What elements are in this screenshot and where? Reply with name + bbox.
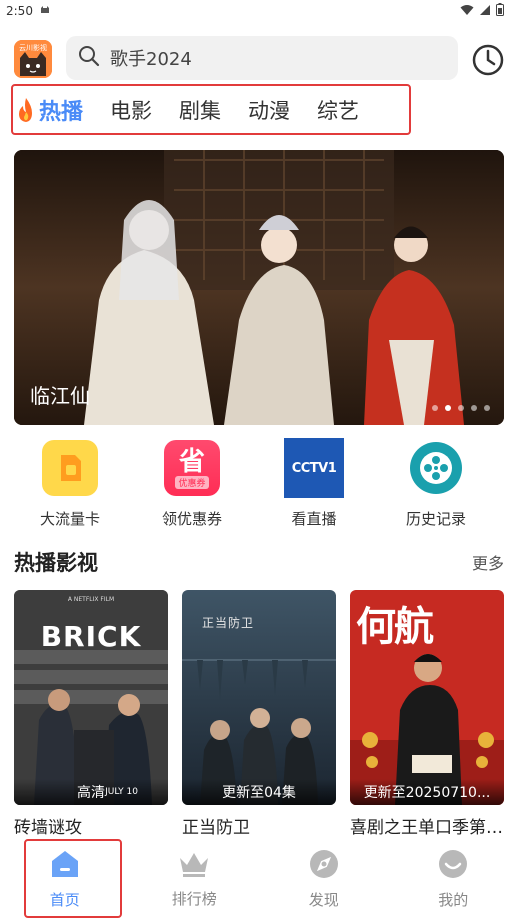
quick-item-data-card[interactable]: 大流量卡 <box>9 440 131 530</box>
hero-banner[interactable]: 临江仙 <box>14 150 504 425</box>
profile-icon <box>438 849 468 883</box>
nav-label: 我的 <box>438 891 469 909</box>
poster-top-text: A NETFLIX FILM <box>67 596 115 603</box>
episode-badge: 更新至20250710... <box>350 779 504 805</box>
quick-item-live[interactable]: CCTV1 看直播 <box>253 438 375 530</box>
cctv1-icon: CCTV1 <box>284 438 344 498</box>
app-logo-text: 云川影视 <box>19 44 47 52</box>
compass-icon <box>309 849 339 883</box>
quick-entries: 大流量卡 省 优惠券 领优惠券 CCTV1 看直播 历史记录 <box>0 438 518 530</box>
crown-icon <box>178 850 210 882</box>
poster-bottom-text: JULY 10 <box>105 787 138 797</box>
coupon-icon-text: 省 <box>178 446 205 477</box>
quick-item-coupon[interactable]: 省 优惠券 领优惠券 <box>131 440 253 530</box>
video-card-list: A NETFLIX FILM BRICK JULY 10 高清 砖墙谜攻 正当防… <box>14 590 518 838</box>
app-logo[interactable]: 云川影视 <box>14 40 52 78</box>
nav-label: 发现 <box>308 891 339 909</box>
nav-home-highlight <box>24 839 122 918</box>
video-title: 喜剧之王单口季第二季 <box>350 818 504 838</box>
banner-pagination <box>432 405 490 411</box>
tab-label: 剧集 <box>179 98 222 123</box>
quick-item-label: 领优惠券 <box>161 510 222 528</box>
video-title: 正当防卫 <box>182 818 250 838</box>
video-poster: 何航 更新至20250710... <box>350 590 504 805</box>
section-more-link[interactable]: 更多 <box>472 550 504 574</box>
battery-icon <box>496 3 504 19</box>
status-time: 2:50 <box>6 4 33 18</box>
signal-icon <box>479 4 491 19</box>
cctv1-icon-text: CCTV1 <box>291 460 337 476</box>
sim-card-icon <box>42 440 98 496</box>
quick-item-label: 大流量卡 <box>39 510 100 528</box>
section-title: 热播影视 <box>14 551 98 575</box>
banner-dot[interactable] <box>458 405 464 411</box>
tab-movie[interactable]: 电影 <box>110 95 152 125</box>
app-root: 2:50 云川影视 歌手2024 热播 电影 剧集 动漫 综艺 临江仙 大流量卡… <box>0 0 518 921</box>
video-card[interactable]: 何航 更新至20250710... 喜剧之王单口季第二季 <box>350 590 504 838</box>
coupon-icon-subtext: 优惠券 <box>175 475 209 489</box>
clock-icon <box>470 44 506 82</box>
video-poster: A NETFLIX FILM BRICK JULY 10 高清 <box>14 590 168 805</box>
category-tabs: 热播 电影 剧集 动漫 综艺 <box>11 84 411 135</box>
search-placeholder: 歌手2024 <box>110 49 192 70</box>
coupon-icon: 省 优惠券 <box>164 440 220 496</box>
tab-series[interactable]: 剧集 <box>179 95 221 125</box>
tab-label: 综艺 <box>317 98 360 123</box>
header: 云川影视 歌手2024 <box>0 34 518 82</box>
tab-anime[interactable]: 动漫 <box>248 95 290 125</box>
banner-dot[interactable] <box>471 405 477 411</box>
nav-profile[interactable]: 我的 <box>389 838 518 921</box>
video-card[interactable]: 正当防卫 更新至04集 正当防卫 <box>182 590 336 838</box>
fire-icon <box>15 96 37 124</box>
poster-title-text: 何航 <box>356 604 434 650</box>
nav-ranking[interactable]: 排行榜 <box>130 838 260 921</box>
tab-label: 热播 <box>39 99 84 125</box>
search-input[interactable]: 歌手2024 <box>66 36 458 80</box>
section-header: 热播影视 更多 <box>14 545 504 579</box>
wifi-icon <box>460 4 474 19</box>
episode-badge: 更新至04集 <box>182 779 336 805</box>
nav-label: 排行榜 <box>171 890 217 908</box>
tab-hot[interactable]: 热播 <box>15 94 83 126</box>
film-reel-icon <box>408 440 464 496</box>
quality-badge: 高清 <box>14 779 168 805</box>
video-poster: 正当防卫 更新至04集 <box>182 590 336 805</box>
tab-label: 动漫 <box>248 98 291 123</box>
tab-variety[interactable]: 综艺 <box>317 95 359 125</box>
history-button[interactable] <box>470 42 506 78</box>
search-icon <box>78 45 100 71</box>
tab-label: 电影 <box>110 98 153 123</box>
poster-title-text: 正当防卫 <box>202 616 255 630</box>
banner-dot[interactable] <box>484 405 490 411</box>
status-bar: 2:50 <box>0 0 518 22</box>
poster-title-text: BRICK <box>40 620 142 653</box>
banner-dot-active[interactable] <box>445 405 451 411</box>
android-notification-icon <box>39 4 51 19</box>
quick-item-label: 历史记录 <box>405 510 466 528</box>
nav-discover[interactable]: 发现 <box>259 838 389 921</box>
video-card[interactable]: A NETFLIX FILM BRICK JULY 10 高清 砖墙谜攻 <box>14 590 168 838</box>
quick-item-history[interactable]: 历史记录 <box>375 440 497 530</box>
video-title: 砖墙谜攻 <box>14 818 82 838</box>
banner-title: 临江仙 <box>30 384 90 408</box>
quick-item-label: 看直播 <box>291 510 337 528</box>
banner-dot[interactable] <box>432 405 438 411</box>
